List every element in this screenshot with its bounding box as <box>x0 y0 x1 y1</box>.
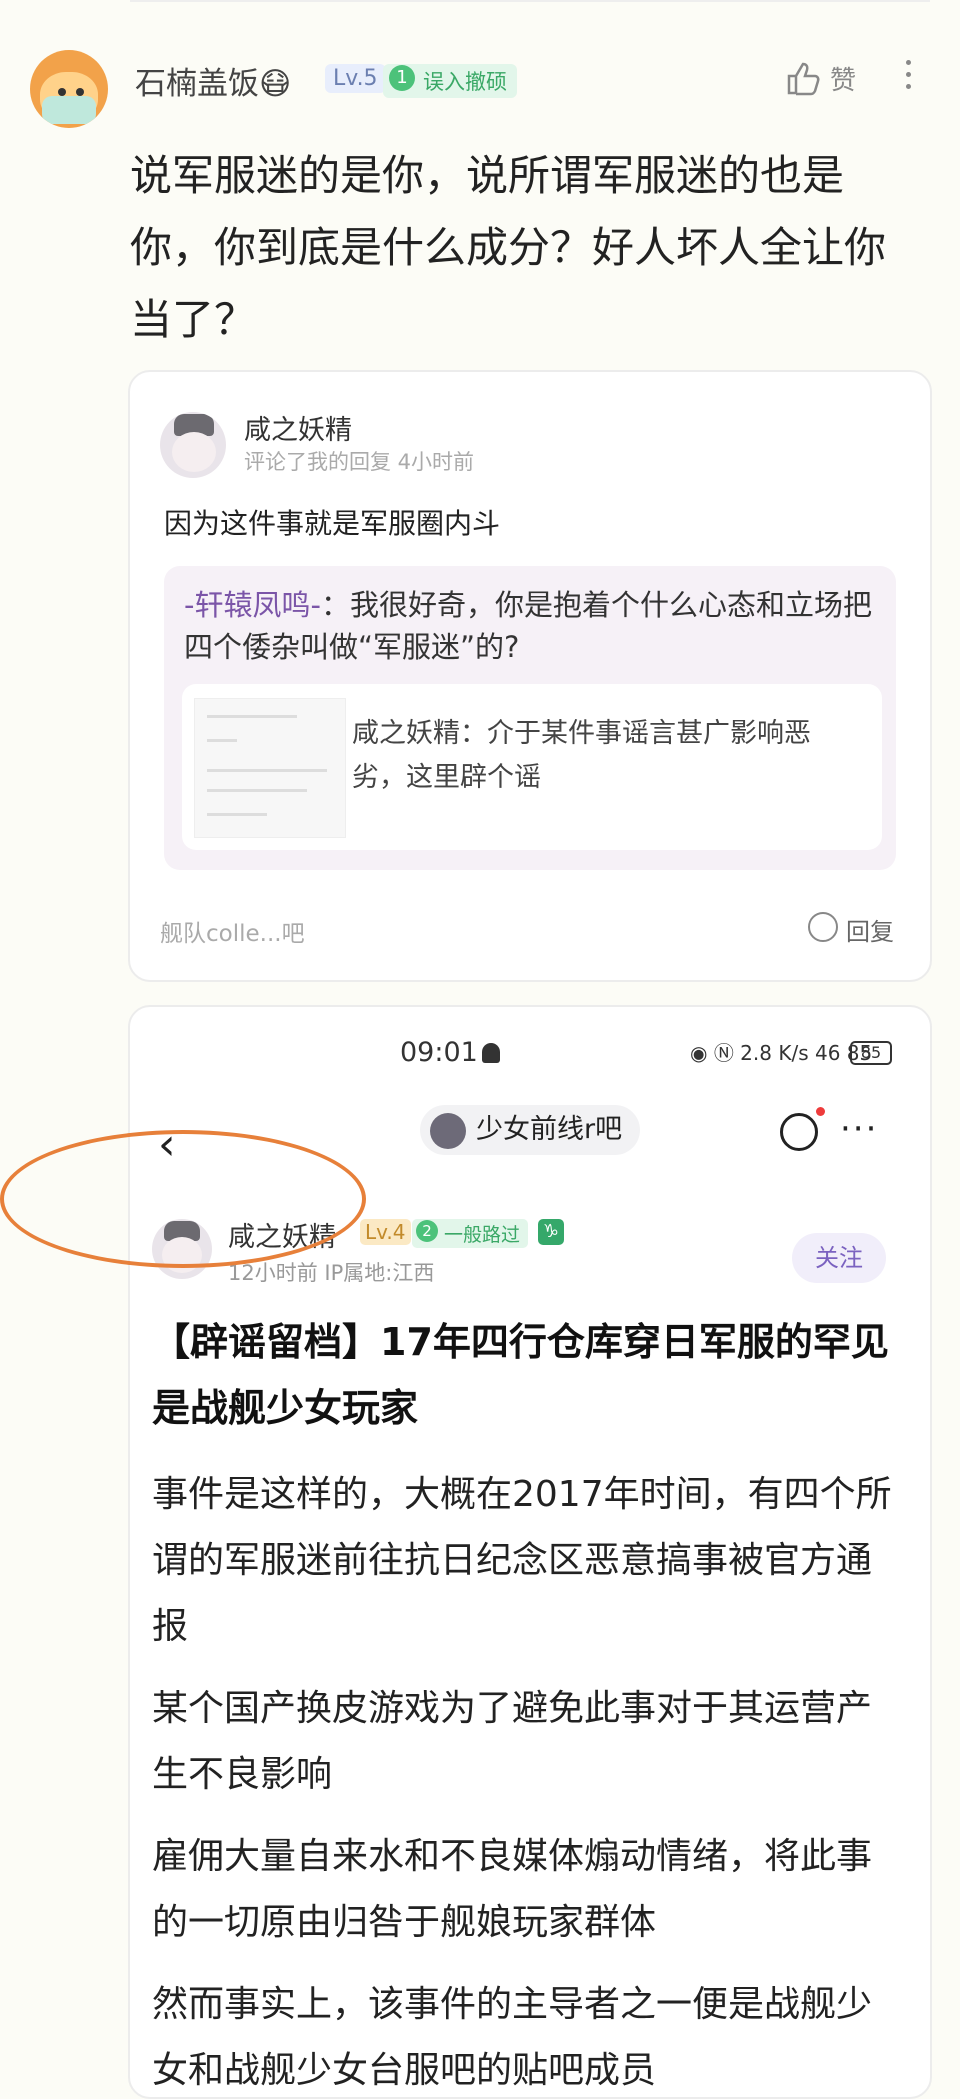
original-post-text: 咸之妖精：介于某件事谣言甚广影响恶劣，这里辟个谣 <box>352 718 811 793</box>
original-post-preview[interactable]: 咸之妖精：介于某件事谣言甚广影响恶劣，这里辟个谣 <box>182 684 882 850</box>
status-time: 09:01 <box>400 1037 478 1068</box>
forum-avatar <box>430 1113 466 1149</box>
post-body: 事件是这样的，大概在2017年时间，有四个所谓的军服迷前往抗日纪念区恶意搞事被官… <box>152 1462 892 2097</box>
post-paragraph: 然而事实上，该事件的主导者之一便是战舰少女和战舰少女台服吧的贴吧成员 <box>152 1984 873 2091</box>
reply-meta: 评论了我的回复 4小时前 <box>244 450 475 474</box>
bell-icon <box>482 1043 500 1063</box>
like-label[interactable]: 赞 <box>830 60 856 97</box>
more-options-icon[interactable]: ··· <box>840 1112 878 1146</box>
reply-card[interactable]: 咸之妖精 评论了我的回复 4小时前 因为这件事就是军服圈内斗 -轩辕凤鸣-：我很… <box>128 370 932 982</box>
medal-badge: 2 一般路过 <box>412 1219 529 1248</box>
quoted-author[interactable]: -轩辕凤鸣- <box>184 588 321 622</box>
medal-label: 误入撤硕 <box>423 70 507 94</box>
medal-gem-icon: 1 <box>389 65 415 91</box>
level-badge: Lv.4 <box>360 1219 411 1245</box>
medal-badge: 1 误入撤硕 <box>383 64 517 98</box>
avatar-face <box>172 432 216 472</box>
highlight-circle-annotation <box>0 1130 366 1268</box>
forum-source[interactable]: 舰队colle...吧 <box>160 914 305 948</box>
forum-pill[interactable]: 少女前线r吧 <box>420 1105 641 1155</box>
post-thumbnail <box>194 698 346 838</box>
post-paragraph: 某个国产换皮游戏为了避免此事对于其运营产生不良影响 <box>152 1688 873 1795</box>
comment-username[interactable]: 石楠盖饭😷 <box>135 58 291 103</box>
reply-username[interactable]: 咸之妖精 <box>244 408 352 447</box>
comment-text: 说军服迷的是你，说所谓军服迷的也是你，你到底是什么成分？好人坏人全让你当了？ <box>130 151 887 344</box>
follow-button[interactable]: 关注 <box>792 1233 886 1283</box>
more-options-icon[interactable] <box>906 60 912 96</box>
reply-text: 因为这件事就是军服圈内斗 <box>164 507 501 540</box>
thumbs-up-icon[interactable] <box>785 60 821 96</box>
eye-icon: ◉ <box>690 1041 708 1065</box>
level-badge: Lv.5 <box>325 64 386 93</box>
forum-name: 少女前线r吧 <box>476 1114 623 1145</box>
post-paragraph: 事件是这样的，大概在2017年时间，有四个所谓的军服迷前往抗日纪念区恶意搞事被官… <box>152 1474 892 1647</box>
notification-dot <box>816 1107 825 1116</box>
medal-gem-icon: 2 <box>416 1220 438 1242</box>
medal-label: 一般路过 <box>444 1224 521 1246</box>
reply-button[interactable]: 回复 <box>846 912 894 947</box>
post-paragraph: 雇佣大量自来水和不良媒体煽动情绪，将此事的一切原由归咎于舰娘玩家群体 <box>152 1836 873 1943</box>
avatar-eye <box>76 88 84 96</box>
edit-icon[interactable] <box>780 1113 818 1151</box>
quoted-comment[interactable]: -轩辕凤鸣-：我很好奇，你是抱着个什么心态和立场把四个倭杂叫做“军服迷”的? 咸… <box>164 566 896 870</box>
post-title: 【辟谣留档】17年四行仓库穿日军服的罕见是战舰少女玩家 <box>152 1320 889 1430</box>
avatar-mask <box>42 96 96 124</box>
reply-avatar[interactable] <box>160 412 226 478</box>
quoted-text: -轩辕凤鸣-：我很好奇，你是抱着个什么心态和立场把四个倭杂叫做“军服迷”的? <box>184 584 884 668</box>
status-icons: ◉ Ⓝ 2.8 K/s 46 85 <box>690 1037 872 1066</box>
avatar-eye <box>58 88 66 96</box>
user-avatar[interactable] <box>30 50 108 128</box>
nfc-icon: Ⓝ <box>713 1041 734 1065</box>
battery-icon: 85 <box>850 1041 892 1065</box>
reply-icon[interactable] <box>808 912 838 942</box>
zodiac-icon: ♑ <box>538 1219 564 1245</box>
top-divider <box>130 0 930 2</box>
